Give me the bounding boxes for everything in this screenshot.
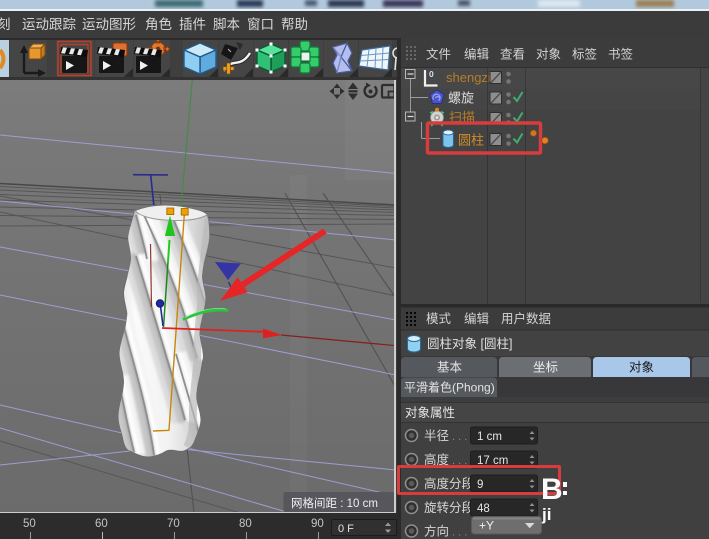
svg-text:对象属性: 对象属性 — [405, 406, 455, 420]
svg-text:坐标: 坐标 — [533, 361, 558, 375]
svg-text:0: 0 — [429, 69, 434, 79]
svg-text:. . .: . . . — [452, 431, 467, 443]
svg-text:标签: 标签 — [572, 47, 598, 62]
svg-text:网格间距 : 10 cm: 网格间距 : 10 cm — [291, 496, 378, 510]
svg-text:1 cm: 1 cm — [477, 431, 502, 443]
svg-text:圆柱: 圆柱 — [458, 133, 484, 148]
svg-text:48: 48 — [477, 503, 490, 515]
svg-text:方向: 方向 — [424, 524, 449, 539]
svg-text:书签: 书签 — [608, 47, 634, 62]
svg-text:对象: 对象 — [536, 48, 561, 62]
svg-text:基本: 基本 — [437, 361, 463, 375]
svg-text:编辑: 编辑 — [464, 311, 489, 326]
svg-text:平滑着色(Phong): 平滑着色(Phong) — [404, 380, 495, 395]
svg-text:. . .: . . . — [452, 527, 467, 539]
svg-text:对象: 对象 — [629, 361, 654, 375]
svg-text:用户数据: 用户数据 — [501, 311, 551, 326]
svg-text:+Y: +Y — [479, 519, 494, 533]
svg-text:旋转分段: 旋转分段 — [424, 500, 474, 515]
svg-text:编辑: 编辑 — [464, 47, 489, 62]
svg-text:圆柱对象 [圆柱]: 圆柱对象 [圆柱] — [427, 336, 512, 351]
svg-text:shengzi: shengzi — [446, 70, 491, 85]
svg-text:查看: 查看 — [500, 48, 525, 62]
svg-text:文件: 文件 — [426, 47, 451, 62]
svg-text:半径: 半径 — [424, 429, 449, 443]
svg-text:螺旋: 螺旋 — [448, 91, 474, 106]
svg-text:模式: 模式 — [426, 312, 452, 326]
